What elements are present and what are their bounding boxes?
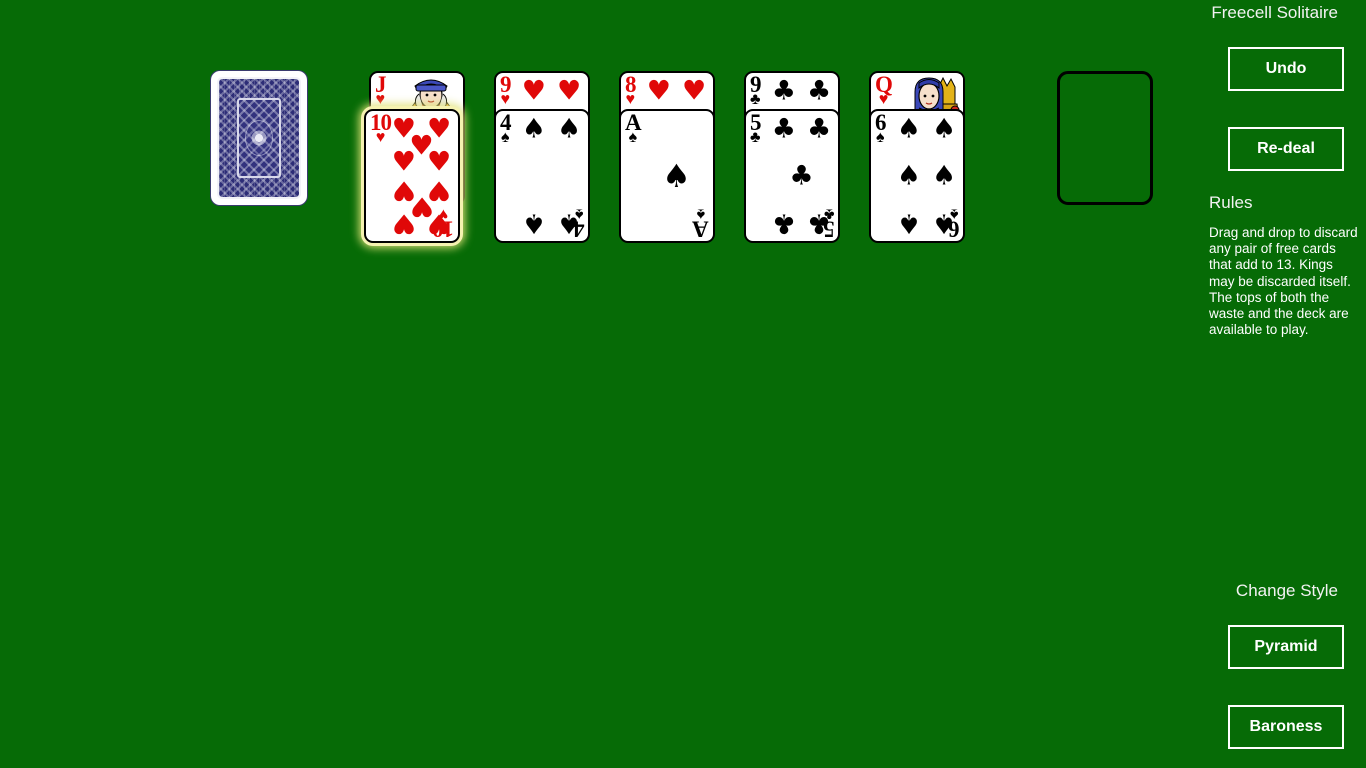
pip: ♠ xyxy=(557,207,582,239)
side-panel: Freecell Solitaire Undo Re-deal Rules Dr… xyxy=(1200,0,1366,768)
pip: ♠ xyxy=(557,113,582,145)
card-index-top-left: 10 ♥ xyxy=(370,111,392,145)
pip: ♠ xyxy=(896,160,921,192)
card-suit: ♥ xyxy=(375,90,386,108)
rules-heading: Rules xyxy=(1209,193,1253,212)
card-10-of-hearts-selected[interactable]: 10 ♥ 10 ♥ ♥ ♥ ♥ ♥ ♥ ♥ ♥ ♥ ♥ ♥ xyxy=(364,109,460,243)
pip: ♠ xyxy=(932,160,957,192)
card-pip-area: ♠ ♠ ♠ ♠ xyxy=(520,113,583,239)
pip: ♠ xyxy=(521,113,546,145)
pip: ♣ xyxy=(771,75,796,107)
style-pyramid-button[interactable]: Pyramid xyxy=(1228,625,1344,669)
pip: ♠ xyxy=(932,113,957,145)
pip: ♥ xyxy=(557,75,582,107)
pip: ♣ xyxy=(771,207,796,239)
card-suit: ♥ xyxy=(500,90,511,108)
game-board: J ♥ 10 ♥ 10 ♥ ♥ ♥ ♥ ♥ ♥ ♥ ♥ ♥ ♥ ♥ 9 ♥ ♥ … xyxy=(0,0,1366,768)
pip: ♠ xyxy=(896,113,921,145)
pip: ♠ xyxy=(896,207,921,239)
card-suit: ♠ xyxy=(501,128,510,146)
face-down-deck[interactable] xyxy=(211,71,307,205)
card-back-medallion xyxy=(246,121,272,155)
pip: ♣ xyxy=(771,113,796,145)
pip: ♠ xyxy=(521,207,546,239)
pip: ♥ xyxy=(427,207,452,239)
pip: ♣ xyxy=(807,75,832,107)
card-index-top-left: J ♥ xyxy=(375,73,386,108)
card-4-of-spades[interactable]: 4 ♠ 4 ♠ ♠ ♠ ♠ ♠ xyxy=(494,109,590,243)
card-back-pattern xyxy=(217,77,301,199)
pip: ♥ xyxy=(521,75,546,107)
pip: ♥ xyxy=(427,146,452,178)
pip: ♥ xyxy=(646,75,671,107)
change-style-heading: Change Style xyxy=(1235,581,1338,600)
pip: ♥ xyxy=(682,75,707,107)
pip: ♥ xyxy=(391,146,416,178)
pip: ♠ xyxy=(662,157,691,195)
card-pip-area: ♠ xyxy=(645,116,708,236)
undo-button[interactable]: Undo xyxy=(1228,47,1344,91)
card-suit: ♠ xyxy=(876,128,885,146)
card-5-of-clubs[interactable]: 5 ♣ 5 ♣ ♣ ♣ ♣ ♣ ♣ xyxy=(744,109,840,243)
card-index-top-left: 4 ♠ xyxy=(500,111,511,146)
card-pip-area: ♥ ♥ ♥ ♥ ♥ ♥ ♥ ♥ ♥ ♥ xyxy=(390,116,453,239)
style-baroness-button[interactable]: Baroness xyxy=(1228,705,1344,749)
card-index-top-left: 6 ♠ xyxy=(875,111,886,146)
card-index-top-left: A ♠ xyxy=(625,111,642,145)
card-index-top-left: 9 ♣ xyxy=(750,73,761,108)
card-index-top-left: 9 ♥ xyxy=(500,73,511,108)
redeal-button[interactable]: Re-deal xyxy=(1228,127,1344,171)
card-ace-of-spades[interactable]: A ♠ A ♠ ♠ xyxy=(619,109,715,243)
card-6-of-spades[interactable]: 6 ♠ 6 ♠ ♠ ♠ ♠ ♠ ♠ ♠ xyxy=(869,109,965,243)
pip: ♣ xyxy=(807,207,832,239)
card-pip-area: ♣ ♣ ♣ ♣ ♣ xyxy=(770,113,833,239)
card-suit: ♣ xyxy=(750,90,761,108)
card-index-top-left: 8 ♥ xyxy=(625,73,636,108)
card-index-top-left: 5 ♣ xyxy=(750,111,761,146)
card-back-panel xyxy=(236,97,282,179)
card-suit: ♥ xyxy=(625,90,636,108)
pip: ♣ xyxy=(807,113,832,145)
card-index-top-left: Q ♥ xyxy=(875,73,893,107)
card-suit: ♣ xyxy=(750,128,761,146)
rules-text: Drag and drop to discard any pair of fre… xyxy=(1209,225,1358,338)
pip: ♠ xyxy=(932,207,957,239)
page-title: Freecell Solitaire xyxy=(1211,3,1338,22)
pip: ♣ xyxy=(789,160,814,192)
waste-slot[interactable] xyxy=(1057,71,1153,205)
pip: ♥ xyxy=(391,207,416,239)
card-pip-area: ♠ ♠ ♠ ♠ ♠ ♠ xyxy=(895,113,958,239)
